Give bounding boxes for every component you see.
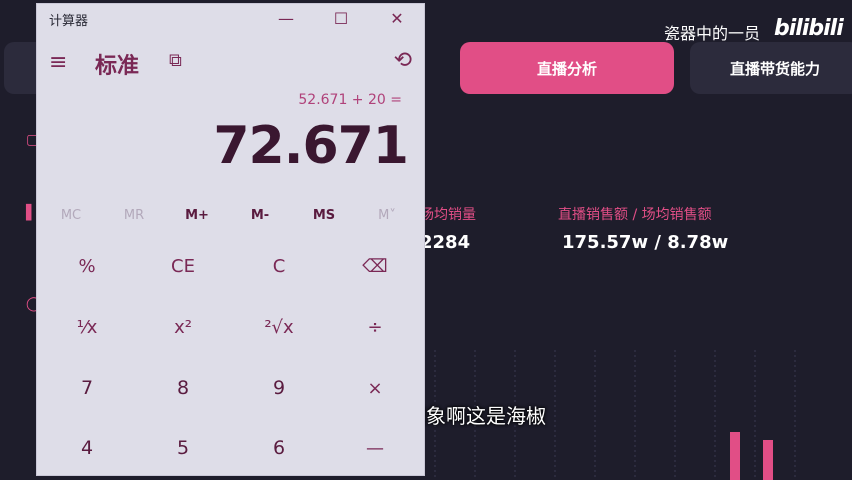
stat-value-sales: 175.57w / 8.78w bbox=[562, 232, 729, 253]
clear-entry-button[interactable]: CE bbox=[135, 236, 231, 296]
hamburger-menu-icon[interactable]: ≡ bbox=[49, 50, 67, 75]
square-root-button[interactable]: ²√x bbox=[231, 297, 327, 357]
close-button[interactable]: ✕ bbox=[377, 6, 417, 30]
title-bar[interactable]: 计算器 — ☐ ✕ bbox=[37, 4, 424, 32]
calculator-window: 计算器 — ☐ ✕ ≡ 标准 ⧉ ⟲ 52.671 + 20 = 72.671 … bbox=[36, 3, 425, 476]
m-minus-button[interactable]: M- bbox=[230, 208, 290, 223]
backspace-icon[interactable]: ⌫ bbox=[327, 236, 423, 296]
watermark-channel: 瓷器中的一员 bbox=[664, 24, 761, 43]
window-title: 计算器 bbox=[49, 14, 89, 29]
memory-row: MC MR M+ M- MS M˅ bbox=[37, 204, 424, 230]
digit-7-button[interactable]: 7 bbox=[39, 358, 135, 418]
minimize-button[interactable]: — bbox=[266, 6, 306, 30]
digit-5-button[interactable]: 5 bbox=[135, 418, 231, 478]
square-button[interactable]: x² bbox=[135, 297, 231, 357]
keep-on-top-icon[interactable]: ⧉ bbox=[169, 50, 182, 71]
memory-list-button[interactable]: M˅ bbox=[357, 208, 417, 223]
history-icon[interactable]: ⟲ bbox=[394, 48, 412, 73]
tab-live-sales-ability[interactable]: 直播带货能力 bbox=[690, 42, 852, 94]
result-display: 72.671 bbox=[213, 116, 409, 176]
tab-live-analysis[interactable]: 直播分析 bbox=[460, 42, 674, 94]
mr-button[interactable]: MR bbox=[104, 208, 164, 223]
digit-6-button[interactable]: 6 bbox=[231, 418, 327, 478]
stat-label-sales: 直播销售额 / 场均销售额 bbox=[558, 207, 712, 223]
bilibili-logo: bilibili bbox=[774, 16, 844, 41]
digit-9-button[interactable]: 9 bbox=[231, 358, 327, 418]
mc-button[interactable]: MC bbox=[41, 208, 101, 223]
chart-bar-1 bbox=[730, 432, 740, 480]
divide-button[interactable]: ÷ bbox=[327, 297, 423, 357]
digit-4-button[interactable]: 4 bbox=[39, 418, 135, 478]
calculator-mode: 标准 bbox=[95, 54, 140, 79]
chart-bar-2 bbox=[763, 440, 773, 480]
stat-value-avg-volume: 2284 bbox=[420, 232, 471, 253]
m-plus-button[interactable]: M+ bbox=[167, 208, 227, 223]
multiply-button[interactable]: × bbox=[327, 358, 423, 418]
expression-display: 52.671 + 20 = bbox=[298, 92, 402, 108]
maximize-button[interactable]: ☐ bbox=[321, 6, 361, 30]
reciprocal-button[interactable]: ¹⁄x bbox=[39, 297, 135, 357]
digit-8-button[interactable]: 8 bbox=[135, 358, 231, 418]
stat-label-avg-volume: 场均销量 bbox=[420, 207, 476, 223]
percent-button[interactable]: % bbox=[39, 236, 135, 296]
ms-button[interactable]: MS bbox=[294, 208, 354, 223]
clear-button[interactable]: C bbox=[231, 236, 327, 296]
subtract-button[interactable]: — bbox=[327, 418, 423, 478]
